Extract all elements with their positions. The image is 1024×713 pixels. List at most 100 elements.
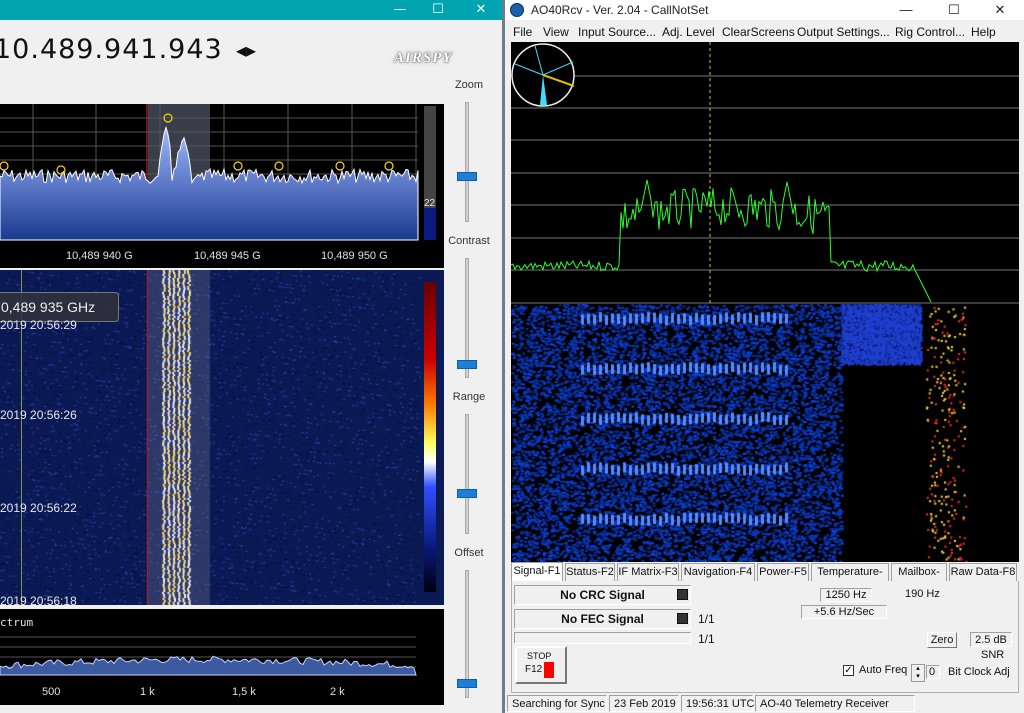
- tab-temperature[interactable]: Temperature-F6: [811, 563, 889, 595]
- ao40-spectrum-plot: [510, 42, 1019, 304]
- ao40-titlebar: AO40Rcv - Ver. 2.04 - CallNotSet — ☐ ✕: [505, 0, 1024, 20]
- peak-marker: [233, 161, 243, 171]
- status-date: 23 Feb 2019: [609, 695, 679, 712]
- maximize-button[interactable]: ☐: [419, 0, 457, 20]
- spectrum-plot: 22 10,489 940 G 10,489 945 G 10,489 950 …: [0, 104, 436, 262]
- stop-indicator: [544, 662, 554, 678]
- maximize-button[interactable]: ☐: [939, 0, 969, 20]
- snr-label: SNR: [981, 649, 1005, 661]
- stop-key-label: F12: [525, 664, 543, 675]
- status-bar: Searching for Sync 23 Feb 2019 19:56:31 …: [505, 694, 1024, 713]
- auto-freq-checkbox[interactable]: ✓: [843, 665, 854, 676]
- menu-rig-control[interactable]: Rig Control...: [895, 22, 965, 42]
- ao40-waterfall-canvas: [511, 304, 1019, 562]
- status-time: 19:56:31 UTC: [681, 695, 754, 712]
- crc-indicator: [677, 589, 688, 600]
- snr-value-field: 2.5 dB: [970, 632, 1012, 647]
- tab-bar: Signal-F1 Status-F2 IF Matrix-F3 Navigat…: [511, 562, 1019, 595]
- level-value: 22: [424, 198, 436, 209]
- contrast-label: Contrast: [448, 235, 490, 247]
- menu-view[interactable]: View: [543, 22, 569, 42]
- waterfall-display[interactable]: 0,489 935 GHz 2019 20:56:29 2019 20:56:2…: [0, 270, 444, 605]
- waterfall-timestamp: 2019 20:56:26: [0, 408, 77, 422]
- check-icon: ✓: [844, 665, 853, 676]
- zero-button[interactable]: Zero: [927, 632, 957, 648]
- offset-slider-thumb[interactable]: [457, 679, 477, 689]
- fec-status-field: No FEC Signal: [514, 609, 691, 629]
- peak-marker: [274, 161, 284, 171]
- menu-output-settings[interactable]: Output Settings...: [797, 22, 890, 42]
- ao40rcv-window: AO40Rcv - Ver. 2.04 - CallNotSet — ☐ ✕ F…: [505, 0, 1024, 713]
- audio-tick-label: 2 k: [330, 686, 345, 698]
- audio-spectrum[interactable]: ctrum 500 1 k 1,5 k 2 k: [0, 609, 444, 705]
- menu-bar: File View Input Source... Adj. Level Cle…: [505, 22, 1024, 42]
- tab-raw-data[interactable]: Raw Data-F8: [949, 563, 1017, 581]
- drift-rate-field: +5.6 Hz/Sec: [801, 605, 887, 619]
- bit-clock-label: Bit Clock Adj: [948, 666, 1010, 678]
- audio-tick-label: 1,5 k: [232, 686, 256, 698]
- spectrum-tick-label: 10,489 950 G: [321, 250, 388, 262]
- airspy-logo: AIRSPY: [394, 50, 453, 66]
- range-label: Range: [452, 391, 486, 403]
- menu-adj-level[interactable]: Adj. Level: [662, 22, 715, 42]
- stop-button[interactable]: STOP F12: [515, 646, 567, 684]
- tab-power[interactable]: Power-F5: [757, 563, 809, 581]
- menu-help[interactable]: Help: [971, 22, 996, 42]
- audio-spectrum-trace: [0, 655, 417, 676]
- contrast-slider-thumb[interactable]: [457, 360, 477, 370]
- sdr-window: — ☐ ✕ 10.489.941.943 ◂▸ AIRSPY 22 10,489…: [0, 0, 505, 713]
- audio-spectrum-title: ctrum: [0, 616, 33, 629]
- audio-tick-label: 1 k: [140, 686, 155, 698]
- progress-ratio: 1/1: [698, 632, 715, 646]
- ao40-spectrum-trace: [510, 179, 932, 303]
- range-slider-thumb[interactable]: [457, 489, 477, 499]
- tab-mailbox[interactable]: Mailbox-F7: [891, 563, 947, 595]
- minimize-button[interactable]: —: [381, 0, 419, 20]
- close-button[interactable]: ✕: [985, 0, 1015, 20]
- tab-signal[interactable]: Signal-F1: [511, 562, 563, 581]
- fec-ratio: 1/1: [698, 612, 715, 626]
- window-title: AO40Rcv - Ver. 2.04 - CallNotSet: [531, 3, 709, 17]
- tab-status[interactable]: Status-F2: [565, 563, 615, 581]
- menu-file[interactable]: File: [513, 22, 532, 42]
- bandwidth-value: 190 Hz: [905, 588, 940, 600]
- spectrum-tick-label: 10,489 945 G: [194, 250, 261, 262]
- auto-freq-label: Auto Freq: [859, 664, 908, 676]
- spectrum-tick-label: 10,489 940 G: [66, 250, 133, 262]
- frequency-step-arrows-icon[interactable]: ◂▸: [236, 38, 256, 63]
- range-slider-track[interactable]: [465, 414, 469, 534]
- audio-tick-label: 500: [42, 686, 60, 698]
- peak-marker: [56, 165, 66, 175]
- tuning-dial-icon: [511, 43, 575, 107]
- frequency-offset-field: 1250 Hz: [820, 588, 872, 602]
- waterfall-timestamp: 2019 20:56:18: [0, 594, 77, 605]
- waterfall-color-scale: [424, 282, 436, 592]
- waterfall-timestamp: 2019 20:56:29: [0, 318, 77, 332]
- minimize-button[interactable]: —: [891, 0, 921, 20]
- ao40-spectrum[interactable]: [510, 42, 1019, 304]
- sdr-titlebar: — ☐ ✕: [0, 0, 505, 20]
- close-button[interactable]: ✕: [462, 0, 500, 20]
- fec-indicator: [677, 613, 688, 624]
- peak-marker: [335, 161, 345, 171]
- bit-clock-spinner[interactable]: ▴ ▾: [911, 664, 925, 682]
- zoom-label: Zoom: [454, 79, 484, 91]
- audio-spectrum-plot: ctrum 500 1 k 1,5 k 2 k: [0, 616, 417, 698]
- spectrum-analyzer[interactable]: 22 10,489 940 G 10,489 945 G 10,489 950 …: [0, 104, 444, 268]
- offset-label: Offset: [454, 547, 484, 559]
- status-sync-state: Searching for Sync: [507, 695, 607, 712]
- status-app-name: AO-40 Telemetry Receiver: [755, 695, 915, 712]
- bit-clock-value[interactable]: 0: [926, 665, 940, 679]
- waterfall-timestamp: 2019 20:56:22: [0, 501, 77, 515]
- ao40-waterfall[interactable]: [511, 304, 1019, 562]
- menu-clearscreens[interactable]: ClearScreens: [722, 22, 795, 42]
- zoom-slider-track[interactable]: [465, 102, 469, 222]
- level-fill: [424, 208, 436, 240]
- tab-if-matrix[interactable]: IF Matrix-F3: [617, 563, 679, 581]
- menu-input-source[interactable]: Input Source...: [578, 22, 656, 42]
- tab-navigation[interactable]: Navigation-F4: [681, 563, 755, 581]
- progress-bar: [514, 632, 691, 644]
- frequency-display[interactable]: 10.489.941.943: [0, 34, 223, 65]
- crc-status-field: No CRC Signal: [514, 585, 691, 605]
- zoom-slider-thumb[interactable]: [457, 171, 477, 181]
